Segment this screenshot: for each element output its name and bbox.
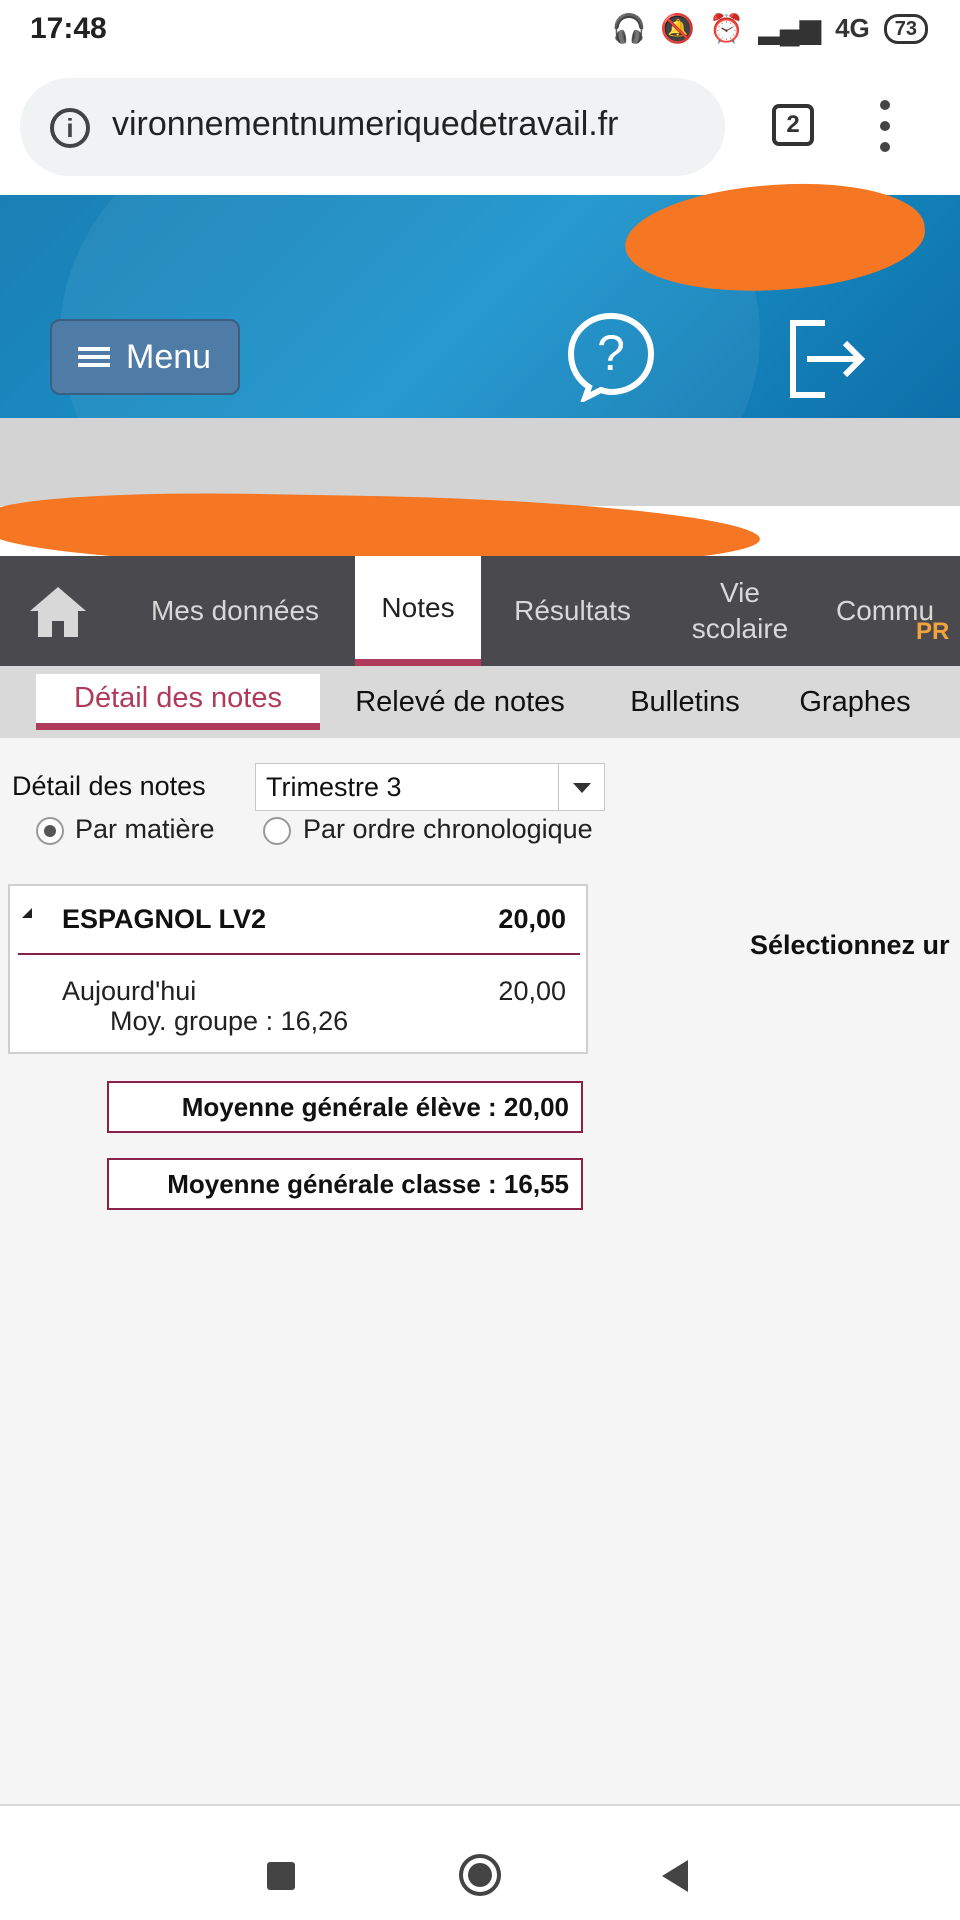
status-time: 17:48 — [30, 12, 107, 45]
android-nav-bar — [0, 1806, 960, 1920]
pronote-badge: PR — [916, 618, 950, 645]
group-average: Moy. groupe : 16,26 — [110, 1006, 349, 1036]
subject-name[interactable]: ESPAGNOL LV2 — [62, 904, 266, 935]
period-value: Trimestre 3 — [266, 772, 402, 802]
hamburger-icon — [78, 343, 110, 371]
collapse-icon[interactable] — [22, 908, 32, 918]
network-type: 4G — [835, 13, 870, 43]
logout-icon[interactable] — [785, 315, 870, 400]
info-band — [0, 418, 960, 506]
info-icon[interactable]: i — [50, 108, 90, 148]
browser-toolbar: i vironnementnumeriquedetravail.fr 2 — [0, 60, 960, 195]
subject-average: 20,00 — [498, 904, 566, 934]
help-icon[interactable]: ? — [565, 310, 657, 402]
back-icon[interactable] — [662, 1860, 688, 1892]
nav-resultats[interactable]: Résultats — [485, 556, 660, 666]
main-nav: Mes données Notes Résultats Vie scolaire … — [0, 556, 960, 666]
radio-par-matiere[interactable] — [36, 817, 64, 845]
tab-detail-des-notes[interactable]: Détail des notes — [36, 674, 320, 730]
class-general-average: Moyenne générale classe : 16,55 — [107, 1158, 583, 1210]
filter-label: Détail des notes — [12, 771, 206, 801]
url-text[interactable]: vironnementnumeriquedetravail.fr — [112, 105, 618, 144]
status-icons: 🎧 🔕 ⏰ ▂▄▆ 4G 73 — [612, 12, 928, 45]
signal-icon: ▂▄▆ — [758, 13, 822, 44]
period-select[interactable]: Trimestre 3 — [255, 763, 605, 811]
home-button[interactable] — [0, 556, 115, 666]
menu-label: Menu — [126, 337, 212, 376]
alarm-icon: ⏰ — [709, 13, 745, 44]
tab-releve-de-notes[interactable]: Relevé de notes — [330, 674, 590, 730]
nav-vie-scolaire[interactable]: Vie scolaire — [665, 556, 815, 666]
chevron-down-icon[interactable] — [558, 764, 604, 810]
student-general-average: Moyenne générale élève : 20,00 — [107, 1081, 583, 1133]
home-icon — [29, 587, 86, 637]
subject-card: ESPAGNOL LV2 20,00 Aujourd'hui 20,00 Moy… — [8, 884, 588, 1054]
note-date[interactable]: Aujourd'hui — [62, 976, 196, 1007]
note-value[interactable]: 20,00 — [498, 976, 566, 1007]
tab-graphes[interactable]: Graphes — [780, 674, 930, 730]
more-options-icon[interactable] — [880, 100, 890, 152]
nav-notes[interactable]: Notes — [355, 556, 481, 666]
sub-nav: Détail des notes Relevé de notes Bulleti… — [0, 666, 960, 738]
bell-muted-icon: 🔕 — [660, 13, 696, 44]
radio-par-ordre-chronologique-label[interactable]: Par ordre chronologique — [303, 814, 593, 845]
url-bar[interactable]: i vironnementnumeriquedetravail.fr — [20, 78, 725, 176]
headset-icon: 🎧 — [611, 13, 647, 44]
home-circle-icon[interactable] — [459, 1854, 501, 1896]
svg-text:?: ? — [597, 325, 625, 381]
nav-communication[interactable]: Commu — [820, 556, 960, 666]
selection-hint: Sélectionnez ur — [750, 930, 950, 960]
nav-mes-donnees[interactable]: Mes données — [120, 556, 350, 666]
radio-par-ordre-chronologique[interactable] — [263, 817, 291, 845]
recent-apps-icon[interactable] — [267, 1862, 295, 1890]
radio-par-matiere-label[interactable]: Par matière — [75, 814, 215, 845]
tabs-count-button[interactable]: 2 — [772, 104, 814, 146]
menu-button[interactable]: Menu — [50, 319, 240, 395]
battery-icon: 73 — [883, 13, 928, 44]
status-bar: 17:48 🎧 🔕 ⏰ ▂▄▆ 4G 73 — [0, 0, 960, 60]
tab-bulletins[interactable]: Bulletins — [605, 674, 765, 730]
divider — [18, 953, 580, 955]
